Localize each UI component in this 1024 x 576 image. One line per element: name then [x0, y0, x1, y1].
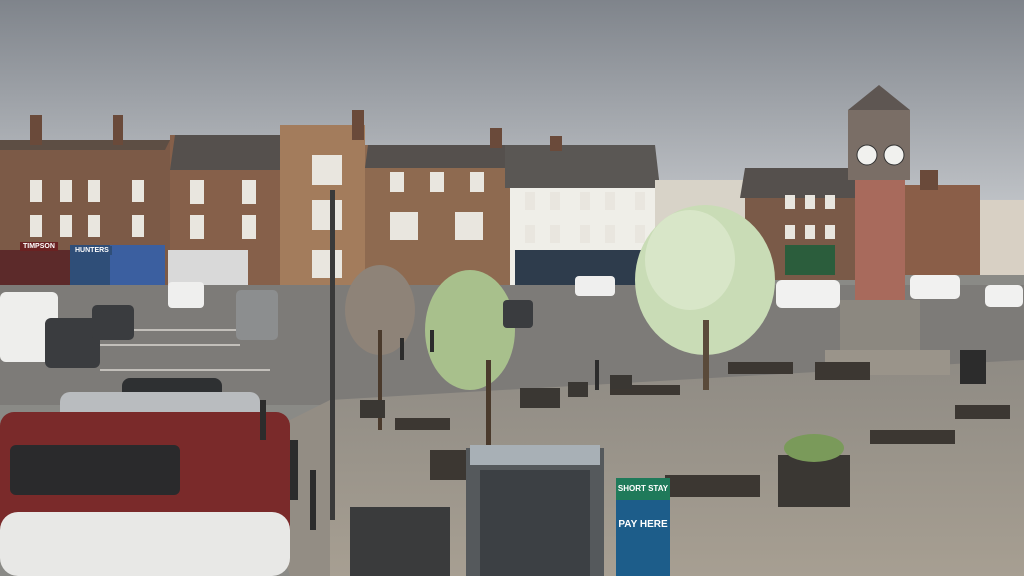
pay-here-sign: SHORT STAY PAY HERE — [616, 478, 670, 576]
timpson-sign: TIMPSON — [20, 242, 58, 251]
pay-here-panel: PAY HERE — [616, 500, 670, 576]
hunters-sign: HUNTERS — [72, 246, 112, 255]
lamp-post — [330, 190, 335, 520]
pay-here-label: PAY HERE — [618, 519, 668, 530]
market-square-scene — [0, 0, 1024, 576]
short-stay-label: SHORT STAY — [616, 478, 670, 500]
